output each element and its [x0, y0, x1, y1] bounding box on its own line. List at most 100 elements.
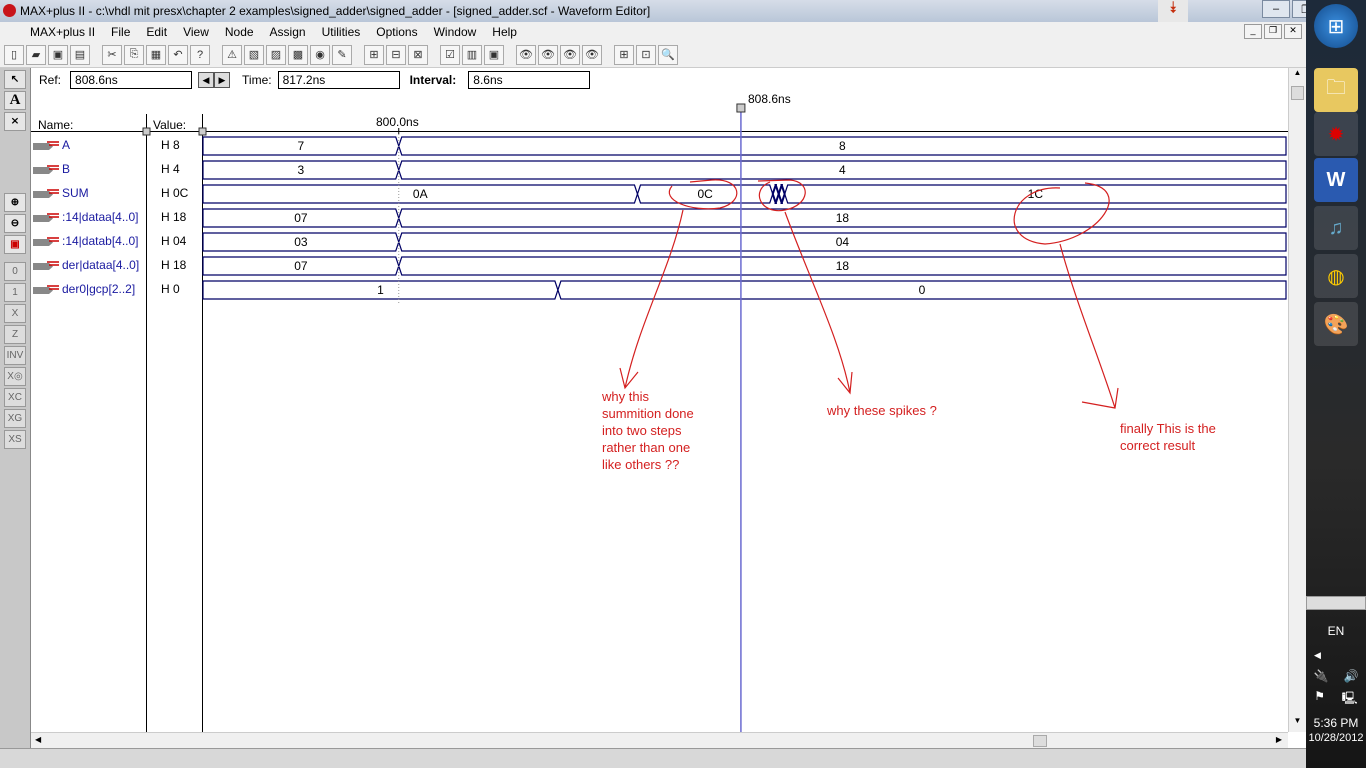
paste-icon[interactable]: ▦: [146, 44, 166, 65]
waveform-canvas[interactable]: 7 83 40A 0C 1C07 1803 0407 181 0why thissummitio…: [31, 68, 1288, 732]
column-resize-handle: [142, 127, 151, 136]
network-icon[interactable]: 🖳: [1342, 689, 1358, 710]
vertical-scroll-thumb[interactable]: [1291, 86, 1304, 100]
tool-palette: ↖ A ⨯ ⊕ ⊖ ▣ 0 1 X Z INV X◎ XC XG XS: [0, 68, 31, 748]
floorplan-icon[interactable]: ▧: [244, 44, 264, 65]
clock-time[interactable]: 5:36 PM: [1306, 716, 1366, 730]
menu-assign[interactable]: Assign: [262, 25, 314, 39]
project-save-check-icon[interactable]: ☑: [440, 44, 460, 65]
tile-icon[interactable]: ⊞: [614, 44, 634, 65]
show-hidden-icons-icon[interactable]: ◀: [1306, 650, 1366, 661]
fit-in-window-icon[interactable]: ▣: [4, 235, 26, 254]
horizontal-scrollbar[interactable]: ◀ ▶: [31, 732, 1288, 748]
segment-value-label: 18: [836, 259, 850, 273]
maxplus-icon[interactable]: ✹: [1314, 112, 1358, 156]
set-z-icon[interactable]: Z: [4, 325, 26, 344]
find-clique-icon[interactable]: 👁: [560, 44, 580, 65]
overwrite-state-icon[interactable]: XS: [4, 430, 26, 449]
menu-view[interactable]: View: [175, 25, 217, 39]
window-title: MAX+plus II - c:\vhdl mit presx\chapter …: [20, 4, 651, 18]
cut-icon[interactable]: ✂: [102, 44, 122, 65]
vertical-scrollbar[interactable]: ▲ ▼: [1288, 68, 1306, 732]
overwrite-group-icon[interactable]: XG: [4, 409, 26, 428]
mdi-close-button[interactable]: ✕: [1284, 24, 1302, 39]
volume-icon[interactable]: 🔊: [1344, 669, 1359, 683]
itunes-icon[interactable]: ♫: [1314, 206, 1358, 250]
explorer-icon[interactable]: 🗀: [1314, 68, 1358, 112]
mdi-restore-button[interactable]: ❐: [1264, 24, 1282, 39]
print-icon[interactable]: ▤: [70, 44, 90, 65]
menu-window[interactable]: Window: [426, 25, 485, 39]
language-indicator[interactable]: EN: [1306, 624, 1366, 638]
download-icon[interactable]: ⯯: [1158, 0, 1188, 22]
search-icon[interactable]: 🔍: [658, 44, 678, 65]
segment-value-label: 4: [839, 163, 846, 177]
set-x-icon[interactable]: X: [4, 304, 26, 323]
annotation-note: like others ??: [602, 457, 679, 472]
mdi-minimize-button[interactable]: _: [1244, 24, 1262, 39]
invert-icon[interactable]: INV: [4, 346, 26, 365]
overwrite-clock-icon[interactable]: XC: [4, 388, 26, 407]
segment-value-label: 0A: [413, 187, 428, 201]
simulator-icon[interactable]: ▩: [288, 44, 308, 65]
word-icon[interactable]: W: [1314, 158, 1358, 202]
find-pin-icon[interactable]: 👁: [582, 44, 602, 65]
save-icon[interactable]: ▣: [48, 44, 68, 65]
hierarchy-icon[interactable]: ⚠: [222, 44, 242, 65]
annotation-arrow: [1059, 243, 1119, 409]
action-center-flag-icon[interactable]: ⚑: [1314, 689, 1325, 710]
annotation-note: into two steps: [602, 423, 682, 438]
open-hierarchy-icon[interactable]: ⊞: [364, 44, 384, 65]
segment-value-label: 07: [294, 211, 308, 225]
programmer-icon[interactable]: ✎: [332, 44, 352, 65]
open-icon[interactable]: ▰: [26, 44, 46, 65]
text-tool-icon[interactable]: A: [4, 91, 26, 110]
power-icon[interactable]: 🔌: [1314, 669, 1329, 683]
menu-options[interactable]: Options: [368, 25, 425, 39]
find-back-icon[interactable]: 👁: [538, 44, 558, 65]
waveform-segment: [777, 184, 786, 204]
project-save-simulate-icon[interactable]: ▣: [484, 44, 504, 65]
undo-icon[interactable]: ↶: [168, 44, 188, 65]
timing-analyzer-icon[interactable]: ◉: [310, 44, 330, 65]
segment-value-label: 3: [298, 163, 305, 177]
zoom-out-icon[interactable]: ⊖: [4, 214, 26, 233]
hierarchy-display-icon[interactable]: ⊠: [408, 44, 428, 65]
set-1-icon[interactable]: 1: [4, 283, 26, 302]
paint-icon[interactable]: 🎨: [1314, 302, 1358, 346]
annotation-note: why this: [601, 389, 649, 404]
project-save-compile-icon[interactable]: ▥: [462, 44, 482, 65]
zoom-in-icon[interactable]: ⊕: [4, 193, 26, 212]
menu-node[interactable]: Node: [217, 25, 262, 39]
segment-value-label: 04: [836, 235, 850, 249]
set-0-icon[interactable]: 0: [4, 262, 26, 281]
help-pointer-icon[interactable]: ?: [190, 44, 210, 65]
menu-file[interactable]: File: [103, 25, 138, 39]
segment-value-label: 07: [294, 259, 308, 273]
segment-value-label: 8: [839, 139, 846, 153]
cascade-icon[interactable]: ⊡: [636, 44, 656, 65]
annotation-note: rather than one: [602, 440, 690, 455]
compiler-icon[interactable]: ▨: [266, 44, 286, 65]
menu-utilities[interactable]: Utilities: [314, 25, 369, 39]
select-tool-icon[interactable]: ↖: [4, 70, 26, 89]
title-bar: MAX+plus II - c:\vhdl mit presx\chapter …: [0, 0, 1306, 22]
annotation-note: summition done: [602, 406, 694, 421]
menu-help[interactable]: Help: [484, 25, 525, 39]
copy-icon[interactable]: ⎘: [124, 44, 144, 65]
waveform-edit-tool-icon[interactable]: ⨯: [4, 112, 26, 131]
menu-edit[interactable]: Edit: [138, 25, 175, 39]
horizontal-scroll-thumb[interactable]: [1033, 735, 1047, 747]
menu-maxplus[interactable]: MAX+plus II: [8, 25, 103, 39]
taskbar-scroll[interactable]: [1306, 596, 1366, 610]
browser-icon[interactable]: ◍: [1314, 254, 1358, 298]
column-resize-handle: [198, 127, 207, 136]
start-button[interactable]: ⊞: [1314, 4, 1358, 48]
hierarchy-up-icon[interactable]: ⊟: [386, 44, 406, 65]
taskbar: ⊞ 🗀 ✹ W ♫ ◍ 🎨 EN ◀ 🔌 🔊 ⚑ 🖳 5:36 PM 10/28/2…: [1306, 0, 1366, 768]
overwrite-count-icon[interactable]: X◎: [4, 367, 26, 386]
minimize-button[interactable]: –: [1262, 0, 1290, 18]
clock-date[interactable]: 10/28/2012: [1306, 732, 1366, 744]
new-icon[interactable]: ▯: [4, 44, 24, 65]
find-node-icon[interactable]: 👁: [516, 44, 536, 65]
